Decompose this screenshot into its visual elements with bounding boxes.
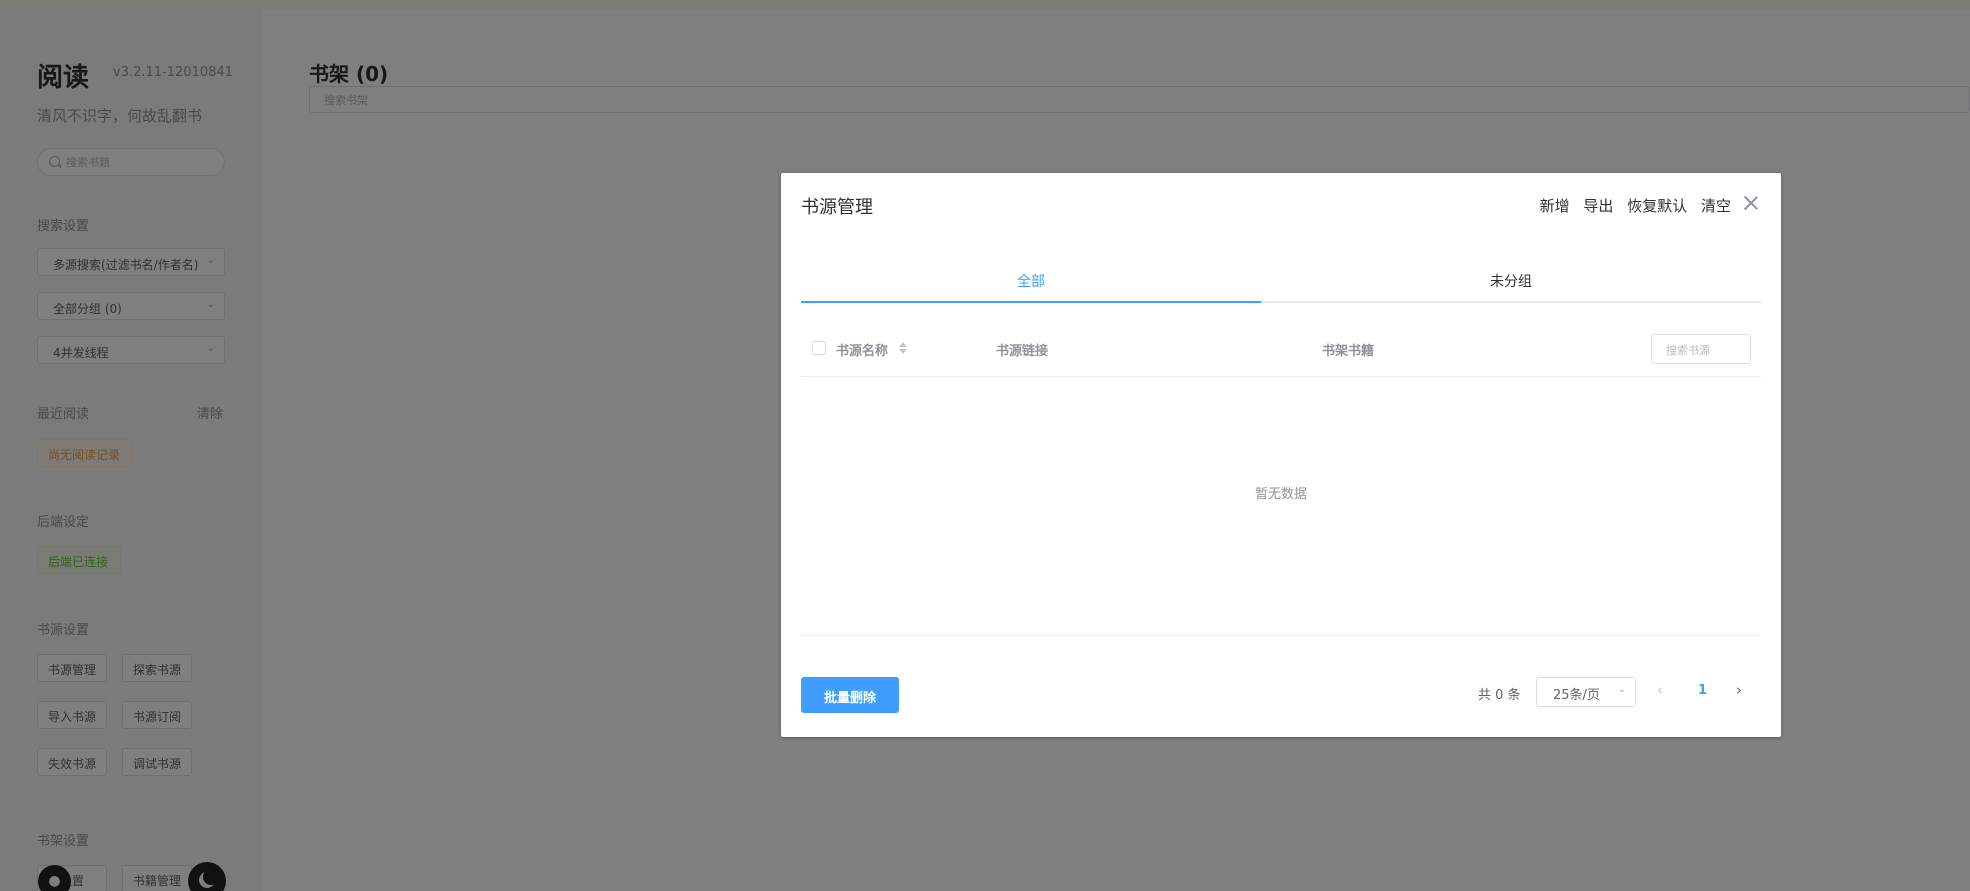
- page-size-value: 25条/页: [1553, 688, 1600, 703]
- table-search-input[interactable]: [1666, 342, 1744, 358]
- total-count: 共 0 条: [1478, 688, 1521, 703]
- source-manage-dialog: 书源管理 新增 导出 恢复默认 清空 全部 未分组 书源名称 书源链接 书架书籍…: [781, 173, 1781, 737]
- restore-default-button[interactable]: 恢复默认: [1627, 197, 1687, 215]
- table-body: 暂无数据: [801, 378, 1761, 636]
- sort-icon[interactable]: [898, 340, 908, 356]
- prev-page-icon[interactable]: ‹: [1657, 681, 1663, 699]
- dialog-title: 书源管理: [801, 197, 873, 218]
- chevron-down-icon: ⌄: [1617, 684, 1626, 695]
- export-button[interactable]: 导出: [1583, 197, 1613, 215]
- page-size-select[interactable]: 25条/页 ⌄: [1536, 677, 1636, 707]
- close-icon[interactable]: [1743, 195, 1759, 211]
- select-all-checkbox[interactable]: [812, 341, 826, 355]
- column-source-name[interactable]: 书源名称: [836, 340, 888, 359]
- next-page-icon[interactable]: ›: [1736, 681, 1742, 699]
- tab-ungrouped[interactable]: 未分组: [1261, 261, 1761, 301]
- table-search-box[interactable]: [1651, 334, 1751, 364]
- add-source-button[interactable]: 新增: [1540, 197, 1570, 215]
- tab-all[interactable]: 全部: [801, 261, 1261, 301]
- clear-all-button[interactable]: 清空: [1701, 197, 1731, 215]
- source-group-tabs: 全部 未分组: [801, 261, 1761, 303]
- empty-text: 暂无数据: [1254, 487, 1307, 502]
- batch-delete-button[interactable]: 批量删除: [801, 677, 899, 713]
- active-tab-indicator: [801, 301, 1261, 303]
- table-header: 书源名称 书源链接 书架书籍: [801, 321, 1761, 377]
- column-source-url: 书源链接: [996, 344, 1049, 359]
- current-page[interactable]: 1: [1698, 683, 1707, 698]
- column-shelf-books: 书架书籍: [1322, 344, 1375, 359]
- dialog-actions: 新增 导出 恢复默认 清空: [1531, 195, 1731, 216]
